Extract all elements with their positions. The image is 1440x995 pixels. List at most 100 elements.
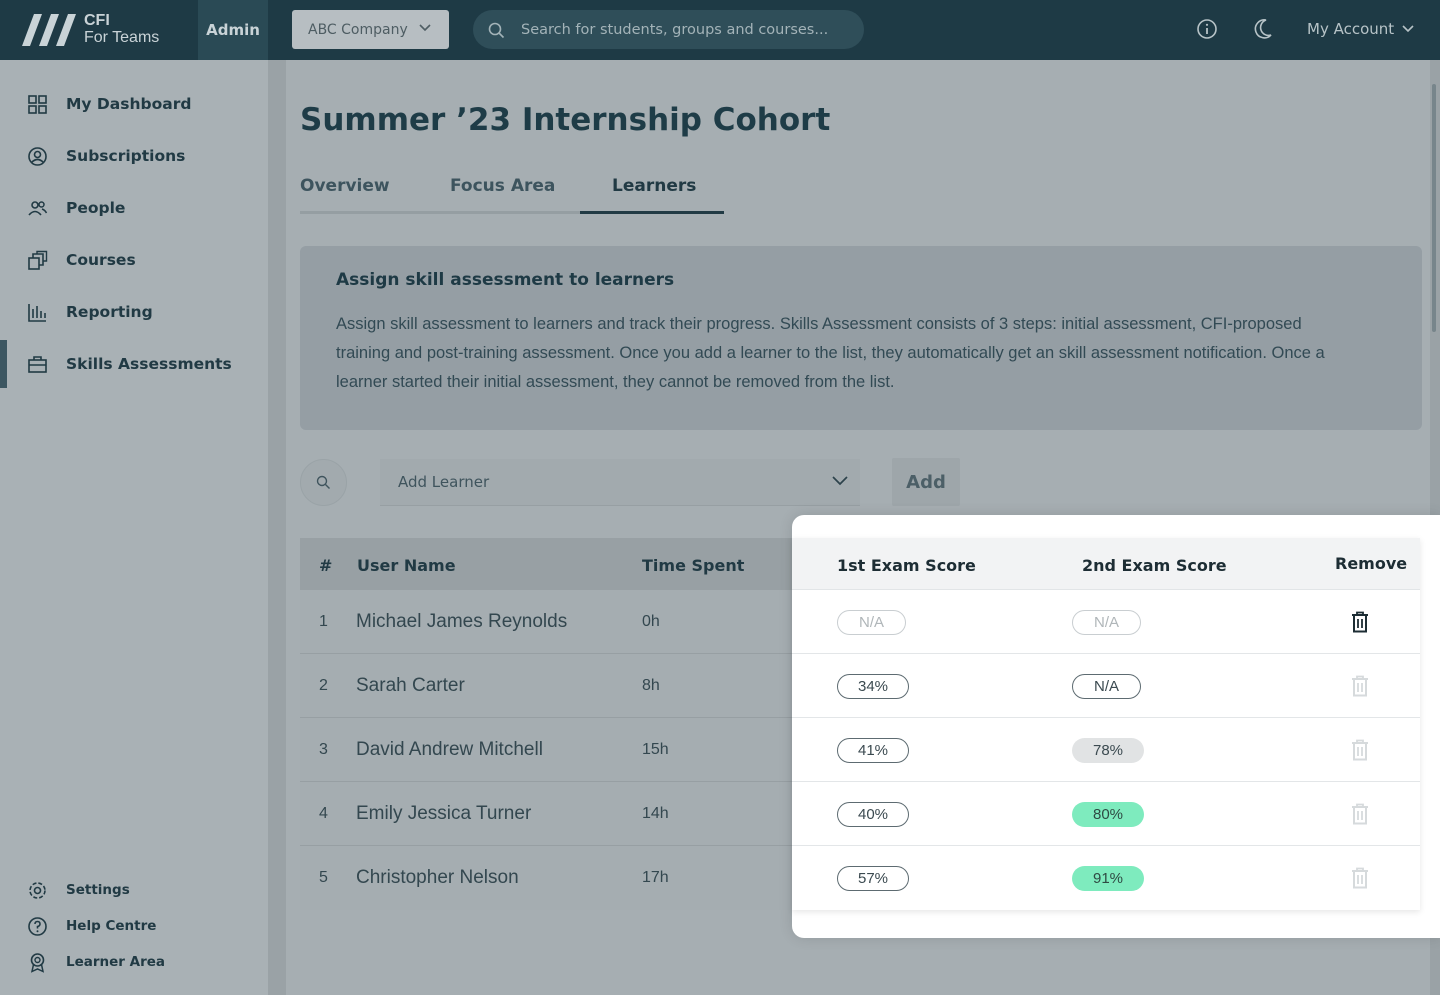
sidebar-item-settings[interactable]: Settings: [0, 875, 268, 905]
sidebar-item-people[interactable]: People: [0, 188, 268, 228]
tab-bar: Overview Focus Area Learners: [300, 176, 724, 214]
first-exam-score-badge: 40%: [837, 802, 909, 827]
first-exam-score-badge: 41%: [837, 738, 909, 763]
help-icon: [28, 916, 47, 936]
logo-line-1: CFI: [84, 12, 110, 29]
row-divider: [792, 717, 1420, 718]
learner-name[interactable]: Emily Jessica Turner: [356, 803, 531, 825]
row-divider: [300, 845, 800, 846]
sidebar-item-label: Learner Area: [66, 954, 166, 970]
sidebar-item-label: Courses: [66, 251, 136, 269]
top-navigation-bar: CFI For Teams Admin ABC Company Search f…: [0, 0, 1440, 60]
time-spent: 17h: [642, 869, 669, 886]
learner-name[interactable]: Christopher Nelson: [356, 867, 519, 889]
sidebar-item-learner-area[interactable]: Learner Area: [0, 947, 268, 977]
row-number: 4: [319, 805, 328, 822]
my-account-label: My Account: [1307, 20, 1395, 38]
moon-icon[interactable]: [1253, 18, 1273, 40]
time-spent: 15h: [642, 741, 669, 758]
info-card-body: Assign skill assessment to learners and …: [336, 315, 1325, 391]
time-spent: 0h: [642, 613, 660, 630]
sidebar-item-courses[interactable]: Courses: [0, 240, 268, 280]
sidebar-item-subscriptions[interactable]: Subscriptions: [0, 136, 268, 176]
briefcase-icon: [28, 355, 47, 373]
chevron-down-icon: [832, 476, 848, 486]
row-divider: [792, 653, 1420, 654]
second-exam-score-badge: 91%: [1072, 866, 1144, 891]
add-learner-button[interactable]: Add: [892, 458, 960, 506]
add-learner-select[interactable]: Add Learner: [380, 459, 860, 506]
chevron-down-icon: [419, 24, 431, 32]
gear-icon: [29, 881, 46, 899]
row-divider: [792, 781, 1420, 782]
sidebar-item-label: Reporting: [66, 303, 153, 321]
learner-search-button[interactable]: [300, 459, 347, 506]
sidebar-item-label: Settings: [66, 882, 130, 898]
sidebar-item-label: Subscriptions: [66, 147, 186, 165]
user-circle-icon: [28, 146, 47, 166]
add-learner-placeholder: Add Learner: [398, 473, 490, 491]
info-card-title: Assign skill assessment to learners: [336, 270, 675, 290]
company-select-value: ABC Company: [308, 21, 408, 38]
admin-tab[interactable]: Admin: [198, 0, 268, 60]
row-number: 1: [319, 613, 328, 630]
first-exam-score-badge: 34%: [837, 674, 909, 699]
trash-icon-disabled: [1352, 867, 1368, 889]
row-divider: [300, 653, 800, 654]
people-icon: [28, 200, 48, 216]
column-header-user-name[interactable]: User Name: [357, 556, 456, 575]
column-header-second-exam-score[interactable]: 2nd Exam Score: [1082, 556, 1227, 575]
row-divider: [300, 781, 800, 782]
column-header-time-spent[interactable]: Time Spent: [642, 556, 744, 575]
logo-line-2: For Teams: [84, 29, 160, 46]
row-number: 5: [319, 869, 328, 886]
page-title: Summer ’23 Internship Cohort: [300, 102, 831, 138]
search-icon: [316, 475, 330, 489]
cfi-logo[interactable]: CFI For Teams: [20, 10, 159, 48]
tab-overview[interactable]: Overview: [300, 176, 390, 196]
learner-name[interactable]: Sarah Carter: [356, 675, 465, 697]
trash-icon-disabled: [1352, 803, 1368, 825]
global-search-input[interactable]: Search for students, groups and courses.…: [473, 10, 864, 49]
scores-table: [792, 538, 1420, 910]
time-spent: 8h: [642, 677, 660, 694]
learner-name[interactable]: David Andrew Mitchell: [356, 739, 543, 761]
first-exam-score-badge: 57%: [837, 866, 909, 891]
sidebar: My Dashboard Subscriptions People Course…: [0, 60, 268, 995]
company-select[interactable]: ABC Company: [292, 10, 449, 49]
bar-chart-icon: [28, 303, 46, 322]
trash-icon-disabled: [1352, 739, 1368, 761]
column-header-first-exam-score[interactable]: 1st Exam Score: [837, 556, 976, 575]
trash-icon[interactable]: [1351, 611, 1369, 633]
info-icon[interactable]: [1196, 18, 1218, 40]
my-account-menu[interactable]: My Account: [1307, 20, 1414, 38]
tab-focus-area[interactable]: Focus Area: [450, 176, 555, 196]
sidebar-item-help-centre[interactable]: Help Centre: [0, 911, 268, 941]
sidebar-item-my-dashboard[interactable]: My Dashboard: [0, 84, 268, 124]
time-spent: 14h: [642, 805, 669, 822]
column-header-number: #: [319, 556, 333, 575]
active-tab-indicator: [580, 211, 724, 214]
row-number: 3: [319, 741, 328, 758]
cfi-logo-icon: [22, 14, 76, 46]
row-number: 2: [319, 677, 328, 694]
search-icon: [488, 22, 505, 39]
sidebar-item-skills-assessments[interactable]: Skills Assessments: [0, 340, 268, 388]
column-header-remove: Remove: [1335, 554, 1408, 573]
tab-learners[interactable]: Learners: [612, 176, 696, 196]
global-search-placeholder: Search for students, groups and courses.…: [521, 21, 829, 38]
trash-icon-disabled: [1352, 675, 1368, 697]
sidebar-item-reporting[interactable]: Reporting: [0, 292, 268, 332]
second-exam-score-badge: N/A: [1072, 610, 1141, 635]
sidebar-item-label: Help Centre: [66, 918, 157, 934]
badge-icon: [30, 952, 45, 973]
courses-icon: [28, 250, 48, 270]
vertical-scrollbar[interactable]: [1432, 84, 1436, 332]
first-exam-score-badge: N/A: [837, 610, 906, 635]
chevron-down-icon: [1402, 25, 1414, 33]
second-exam-score-badge: 78%: [1072, 738, 1144, 763]
row-divider: [300, 717, 800, 718]
learner-name[interactable]: Michael James Reynolds: [356, 611, 567, 633]
second-exam-score-badge: N/A: [1072, 674, 1141, 699]
sidebar-item-label: People: [66, 199, 126, 217]
